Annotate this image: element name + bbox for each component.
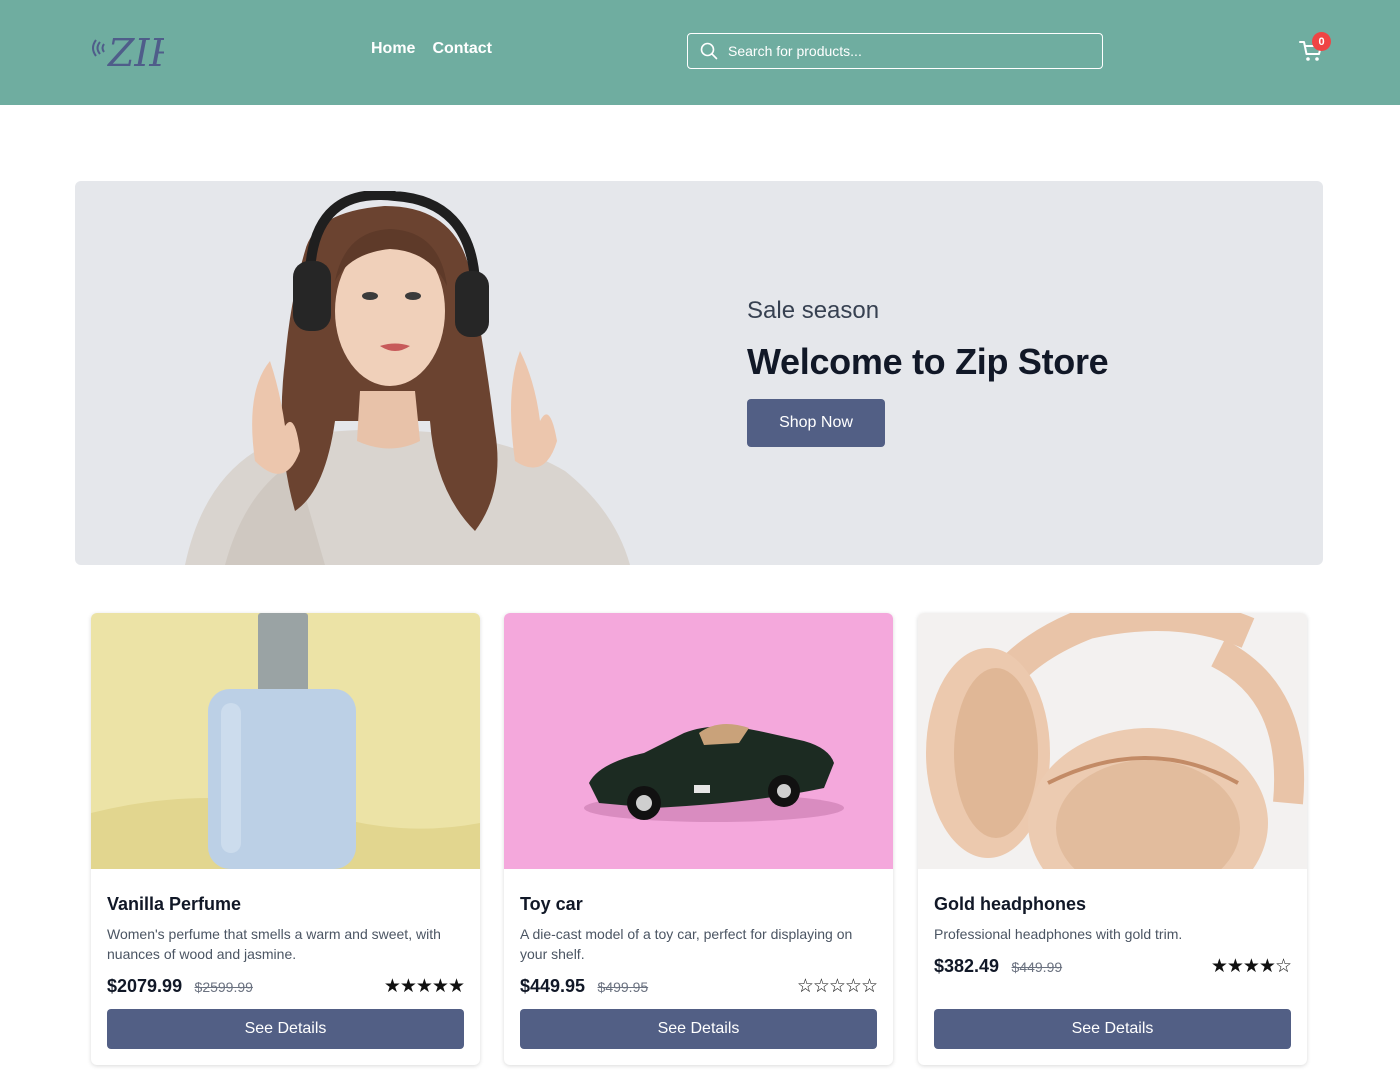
search-bar[interactable] xyxy=(687,33,1103,69)
product-image-perfume[interactable] xyxy=(91,613,480,869)
see-details-button[interactable]: See Details xyxy=(520,1009,877,1049)
product-old-price: $449.99 xyxy=(1011,959,1063,975)
product-info: Vanilla Perfume Women's perfume that sme… xyxy=(91,874,480,998)
main-nav: Home Contact xyxy=(371,40,492,58)
shop-now-button[interactable]: Shop Now xyxy=(747,399,885,447)
price-row: $449.95 $499.95 ☆☆☆☆☆ xyxy=(520,975,878,998)
hero-title: Welcome to Zip Store xyxy=(747,341,1109,382)
product-image-toy-car[interactable] xyxy=(504,613,893,869)
cart-count-badge: 0 xyxy=(1312,32,1331,51)
search-icon xyxy=(700,42,718,60)
site-header: ZIP Home Contact 0 xyxy=(0,0,1400,105)
product-title: Gold headphones xyxy=(934,894,1087,914)
nav-home[interactable]: Home xyxy=(371,40,415,58)
price-row: $2079.99 $2599.99 ★★★★★ xyxy=(107,975,465,998)
product-old-price: $2599.99 xyxy=(194,979,253,995)
nav-contact[interactable]: Contact xyxy=(432,40,492,58)
product-description: A die-cast model of a toy car, perfect f… xyxy=(520,926,853,962)
product-price: $382.49 xyxy=(934,956,1000,976)
product-image-gold-headphones[interactable] xyxy=(918,613,1307,918)
product-title: Toy car xyxy=(520,894,583,914)
price-row: $382.49 $449.99 ★★★★☆ xyxy=(934,955,1292,978)
product-card: Toy car A die-cast model of a toy car, p… xyxy=(504,613,893,1065)
rating-stars: ★★★★★ xyxy=(383,976,465,997)
hero-text: Sale season Welcome to Zip Store Shop No… xyxy=(747,297,1109,447)
see-details-button[interactable]: See Details xyxy=(934,1009,1291,1049)
product-info: Gold headphones Professional headphones … xyxy=(918,874,1307,978)
rating-stars: ★★★★☆ xyxy=(1210,956,1292,977)
product-info: Toy car A die-cast model of a toy car, p… xyxy=(504,874,893,998)
product-description: Women's perfume that smells a warm and s… xyxy=(107,926,441,962)
product-description: Professional headphones with gold trim. xyxy=(934,926,1183,942)
product-card: Vanilla Perfume Women's perfume that sme… xyxy=(91,613,480,1065)
product-card: Gold headphones Professional headphones … xyxy=(918,613,1307,1065)
product-price: $449.95 xyxy=(520,976,586,996)
search-input[interactable] xyxy=(728,43,1088,59)
hero-subtitle: Sale season xyxy=(747,297,880,324)
hero-banner: Sale season Welcome to Zip Store Shop No… xyxy=(75,181,1323,565)
product-old-price: $499.95 xyxy=(597,979,649,995)
product-price: $2079.99 xyxy=(107,976,183,996)
see-details-button[interactable]: See Details xyxy=(107,1009,464,1049)
product-title: Vanilla Perfume xyxy=(107,894,242,914)
zip-logo[interactable]: ZIP xyxy=(88,28,164,76)
rating-stars: ☆☆☆☆☆ xyxy=(796,976,878,997)
hero-image-woman-with-headphones xyxy=(185,191,630,565)
logo-text: ZIP xyxy=(107,31,164,75)
